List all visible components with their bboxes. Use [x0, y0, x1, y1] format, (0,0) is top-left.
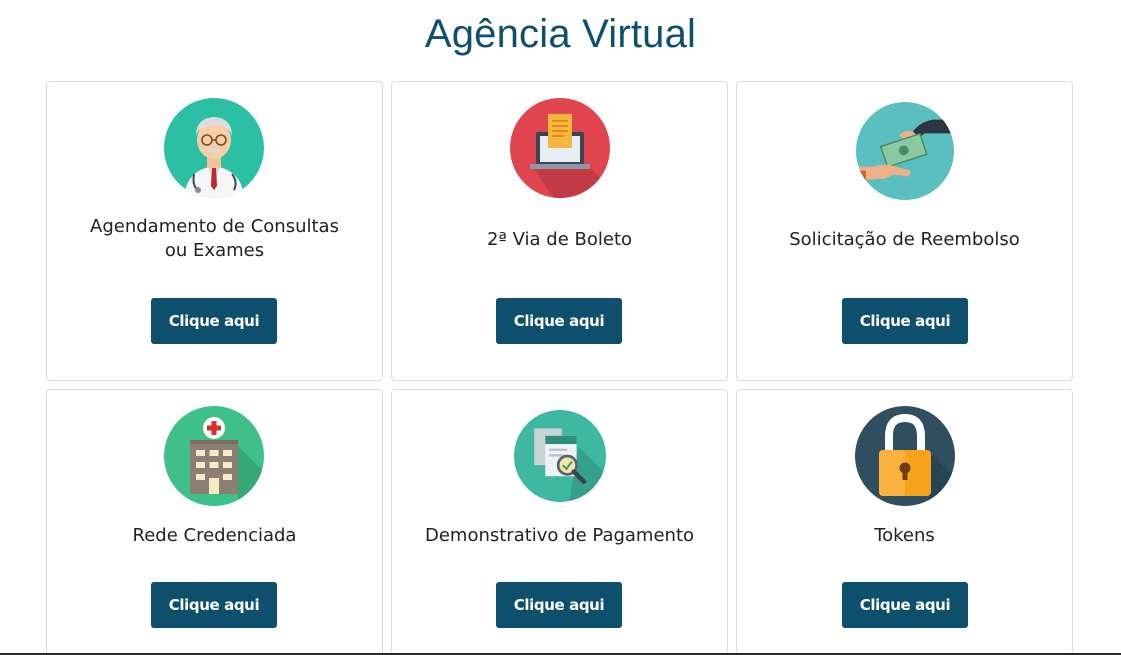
clique-aqui-button[interactable]: Clique aqui — [151, 298, 277, 344]
money-exchange-icon — [856, 102, 954, 200]
card-reembolso: Solicitação de Reembolso Clique aqui — [736, 81, 1073, 381]
card-agendamento: Agendamento de Consultas ou Exames Cliqu… — [46, 81, 383, 381]
card-boleto: 2ª Via de Boleto Clique aqui — [391, 81, 728, 381]
page-title: Agência Virtual — [424, 12, 697, 56]
clique-aqui-button[interactable]: Clique aqui — [842, 582, 968, 628]
card-label: Solicitação de Reembolso — [789, 229, 1020, 250]
card-demonstrativo: Demonstrativo de Pagamento Clique aqui — [391, 389, 728, 655]
card-label: Rede Credenciada — [132, 525, 297, 546]
card-rede-credenciada: Rede Credenciada Clique aqui — [46, 389, 383, 655]
clique-aqui-button[interactable]: Clique aqui — [842, 298, 968, 344]
clique-aqui-button[interactable]: Clique aqui — [496, 582, 622, 628]
payment-report-icon — [514, 410, 606, 502]
clique-aqui-button[interactable]: Clique aqui — [496, 298, 622, 344]
laptop-document-icon — [510, 98, 610, 198]
card-label: Agendamento de Consultas ou Exames — [90, 216, 339, 261]
clique-aqui-button[interactable]: Clique aqui — [151, 582, 277, 628]
card-label: 2ª Via de Boleto — [486, 229, 633, 250]
padlock-icon — [855, 406, 955, 506]
card-tokens: Tokens Clique aqui — [736, 389, 1073, 655]
card-label: Demonstrativo de Pagamento — [424, 525, 695, 546]
doctor-icon — [164, 98, 264, 198]
hospital-icon — [164, 406, 264, 506]
card-label: Tokens — [874, 525, 935, 546]
